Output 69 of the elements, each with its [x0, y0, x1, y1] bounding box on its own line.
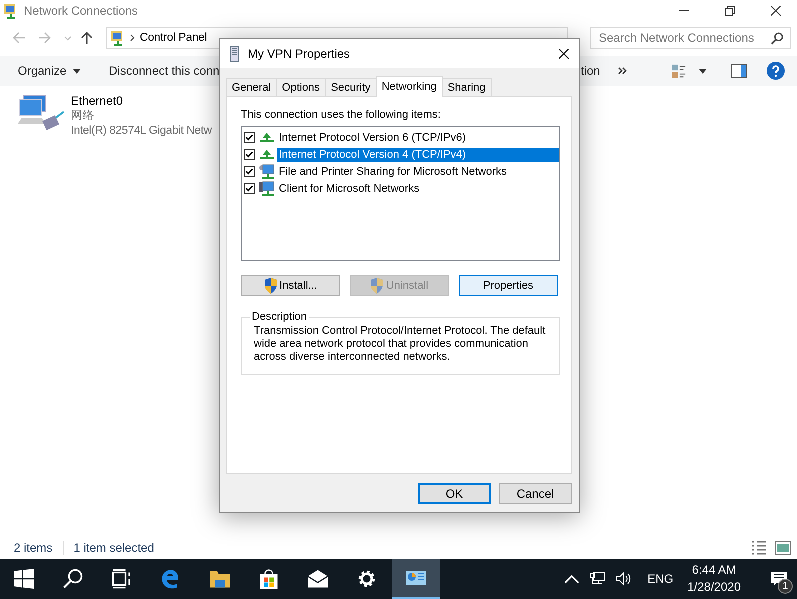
language-indicator[interactable]: ENG	[648, 572, 674, 586]
clock-date: 1/28/2020	[688, 579, 741, 596]
network-name: 网络	[71, 109, 96, 124]
window-title: Network Connections	[24, 4, 138, 18]
close-icon[interactable]	[559, 48, 569, 58]
edge-logo-icon	[161, 569, 181, 589]
tab[interactable]: Sharing	[442, 78, 492, 96]
protocol-icon	[259, 149, 275, 160]
group-label: Description	[251, 311, 308, 323]
search-icon[interactable]	[771, 32, 784, 44]
chevron-icon	[130, 34, 136, 42]
envelope-icon	[308, 569, 328, 589]
list-caption: This connection uses the following items:	[241, 109, 442, 121]
action-button[interactable]: Properties	[459, 275, 558, 296]
task-view-icon	[112, 569, 132, 589]
shopping-bag-icon	[259, 569, 279, 589]
restore-icon[interactable]	[725, 6, 735, 16]
caret-icon[interactable]	[699, 68, 707, 74]
checkbox[interactable]	[244, 149, 255, 160]
checkbox[interactable]	[244, 183, 255, 194]
dialog-title: My VPN Properties	[248, 46, 350, 60]
list-item[interactable]: Internet Protocol Version 6 (TCP/IPv6)	[277, 130, 559, 144]
checkbox[interactable]	[244, 166, 255, 177]
more-chevrons-icon[interactable]	[618, 67, 628, 75]
tab[interactable]: Options	[276, 78, 326, 96]
windows-logo-icon	[14, 569, 34, 589]
action-button[interactable]: Install...	[241, 275, 340, 296]
breadcrumb[interactable]: Control Panel	[140, 32, 208, 44]
service-icon	[259, 164, 275, 180]
notification-badge: 1	[778, 579, 793, 594]
taskbar-network-button[interactable]	[392, 559, 440, 599]
close-icon[interactable]	[771, 6, 781, 16]
search-icon	[63, 569, 83, 589]
item-count: 2 items	[14, 541, 54, 555]
toolbar-command[interactable]: Disconnect this conn	[109, 64, 217, 78]
network-window-icon	[406, 568, 426, 588]
list-item[interactable]: Internet Protocol Version 4 (TCP/IPv4)	[277, 148, 559, 162]
connection-name: Ethernet0	[71, 94, 124, 109]
list-item[interactable]: Client for Microsoft Networks	[277, 182, 559, 196]
tab[interactable]: General	[226, 78, 278, 96]
items-list[interactable]: Internet Protocol Version 6 (TCP/IPv6) Internet Protocol Version 4 (TCP/IPv4) File and Printer Sharing for Microsoft Networks Client for Microsoft Networks	[241, 126, 560, 261]
folder-icon	[210, 569, 230, 589]
gear-icon	[357, 569, 377, 589]
list-item[interactable]: File and Printer Sharing for Microsoft Networks	[277, 164, 559, 178]
large-icons-view-icon[interactable]	[775, 541, 791, 555]
dialog-button[interactable]: Cancel	[499, 483, 572, 504]
clock-time: 6:44 AM	[692, 562, 736, 579]
preview-pane-icon[interactable]	[731, 64, 747, 78]
details-view-icon[interactable]	[751, 541, 767, 555]
help-icon[interactable]	[767, 62, 785, 80]
clock[interactable]: 6:44 AM 1/28/2020	[688, 562, 741, 596]
selection-count: 1 item selected	[62, 541, 164, 555]
search-field[interactable]: Search Network Connections	[590, 27, 791, 49]
tab[interactable]: Security	[325, 78, 377, 96]
organize-menu[interactable]: Organize	[18, 64, 109, 78]
client-icon	[259, 180, 275, 196]
view-options-icon[interactable]	[671, 64, 687, 78]
protocol-icon	[259, 132, 275, 143]
up-arrow-icon[interactable]	[80, 31, 94, 45]
adapter-name: Intel(R) 82574L Gigabit Netw	[71, 124, 212, 139]
caret-icon	[72, 68, 81, 74]
network-monitor-icon[interactable]	[590, 572, 606, 586]
speaker-icon[interactable]	[616, 572, 632, 586]
server-icon	[230, 46, 240, 62]
tab[interactable]: Networking	[376, 76, 443, 97]
checkbox[interactable]	[244, 132, 255, 143]
description-text: Transmission Control Protocol/Internet Protocol. The default wide area network protocol that provides communication across diverse interconnected networks.	[254, 325, 547, 364]
toolbar-command[interactable]: tion	[581, 64, 600, 78]
dialog-button[interactable]: OK	[418, 483, 491, 504]
